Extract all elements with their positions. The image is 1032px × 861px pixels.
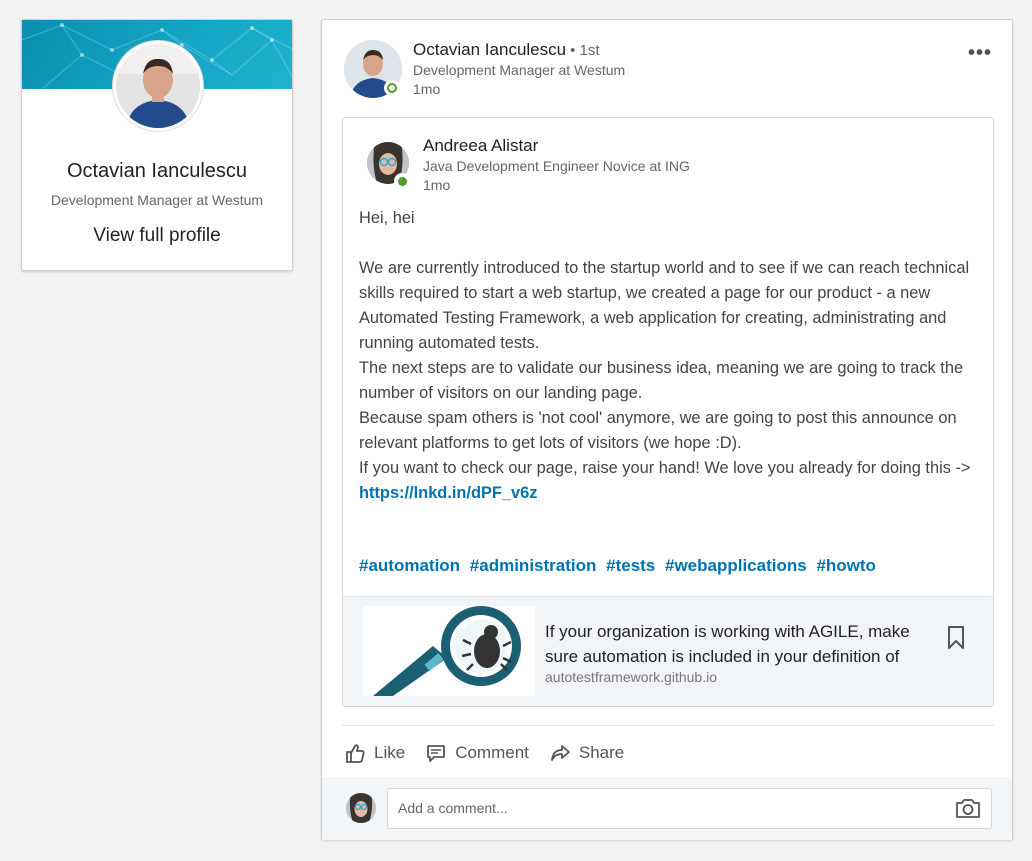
comment-box: Add a comment... xyxy=(322,777,1012,840)
shared-author-name[interactable]: Andreea Alistar xyxy=(423,136,538,156)
divider xyxy=(342,725,994,726)
preview-title[interactable]: If your organization is working with AGI… xyxy=(545,619,940,669)
online-status-icon xyxy=(384,80,400,96)
post-link[interactable]: https://lnkd.in/dPF_v6z xyxy=(359,484,538,502)
hashtag-link[interactable]: #howto xyxy=(816,556,876,575)
comment-input[interactable]: Add a comment... xyxy=(387,788,992,829)
comment-icon xyxy=(427,745,446,762)
feed-post: Octavian Ianculescu • 1st Development Man… xyxy=(321,19,1013,840)
bookmark-icon[interactable] xyxy=(946,625,966,656)
profile-card: Octavian Ianculescu Development Manager … xyxy=(21,19,293,271)
shared-post: Andreea Alistar Java Development Enginee… xyxy=(342,117,994,707)
link-preview[interactable]: If your organization is working with AGI… xyxy=(343,596,993,706)
online-status-icon xyxy=(394,173,410,189)
like-icon xyxy=(346,744,365,763)
post-text-last: If you want to check our page, raise you… xyxy=(359,459,976,477)
share-button[interactable]: Share xyxy=(549,738,624,768)
camera-icon[interactable] xyxy=(955,796,1004,825)
like-button[interactable]: Like xyxy=(344,738,405,768)
post-text-paragraph: If you want to check our page, raise you… xyxy=(359,456,983,506)
author-name-text[interactable]: Octavian Ianculescu xyxy=(413,40,566,59)
avatar[interactable] xyxy=(113,41,203,131)
share-icon xyxy=(550,745,570,761)
shared-author-headline: Java Development Engineer Novice at ING xyxy=(423,158,690,174)
post-text-spacer xyxy=(359,231,983,256)
post-body: Hei, hei We are currently introduced to … xyxy=(359,206,983,506)
preview-thumbnail[interactable] xyxy=(363,606,535,696)
hashtag-link[interactable]: #automation xyxy=(359,556,460,575)
view-full-profile-link[interactable]: View full profile xyxy=(22,225,292,247)
hashtag-link[interactable]: #tests xyxy=(606,556,655,575)
post-text-paragraph: Because spam others is 'not cool' anymor… xyxy=(359,409,962,452)
post-author-headline: Development Manager at Westum xyxy=(413,62,626,78)
post-text-paragraph: We are currently introduced to the start… xyxy=(359,259,974,352)
post-text-intro: Hei, hei xyxy=(359,209,415,227)
comment-label: Comment xyxy=(455,743,529,762)
comment-button[interactable]: Comment xyxy=(425,738,529,768)
avatar[interactable] xyxy=(346,793,376,823)
post-header: Octavian Ianculescu • 1st Development Man… xyxy=(344,40,994,120)
hashtag-list: #automation #administration #tests #weba… xyxy=(359,556,881,576)
preview-source: autotestframework.github.io xyxy=(545,669,717,685)
post-author-name[interactable]: Octavian Ianculescu • 1st xyxy=(413,40,600,60)
more-menu-icon[interactable]: ••• xyxy=(968,43,992,63)
shared-timestamp: 1mo xyxy=(423,177,451,193)
share-label: Share xyxy=(578,743,625,762)
profile-headline: Development Manager at Westum xyxy=(50,192,264,208)
post-timestamp: 1mo xyxy=(413,81,441,97)
connection-degree: • 1st xyxy=(570,42,600,59)
hashtag-link[interactable]: #webapplications xyxy=(665,556,807,575)
hashtag-link[interactable]: #administration xyxy=(470,556,597,575)
post-text-paragraph: The next steps are to validate our busin… xyxy=(359,359,968,402)
social-actions: Like Comment Share xyxy=(344,738,624,768)
profile-name[interactable]: Octavian Ianculescu xyxy=(22,160,292,183)
like-label: Like xyxy=(374,743,406,762)
